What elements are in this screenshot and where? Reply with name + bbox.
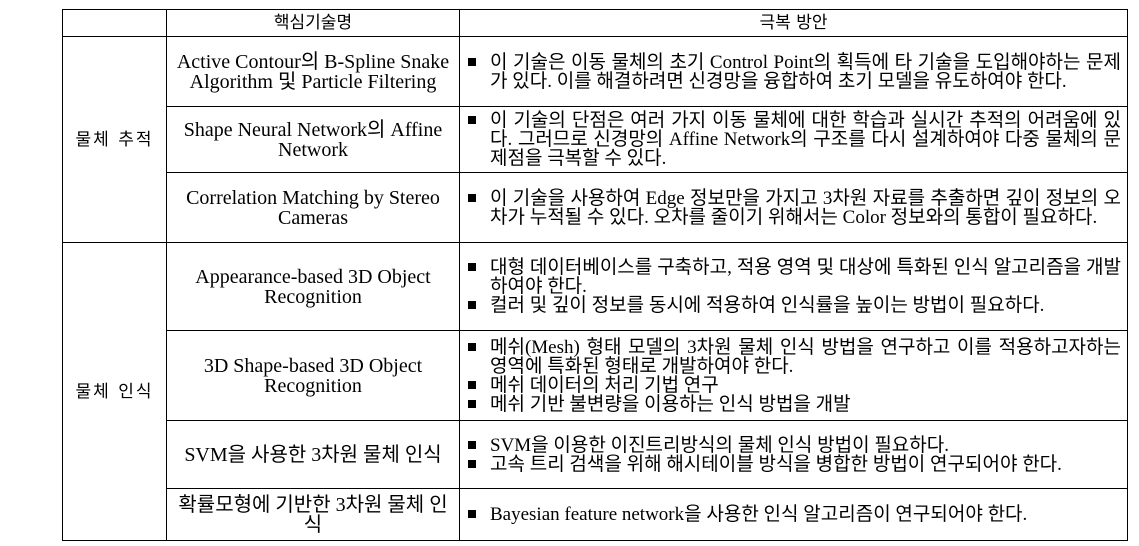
solution-item: Bayesian feature network을 사용한 인식 알고리즘이 연… [466, 505, 1121, 524]
solution-item: SVM을 이용한 이진트리방식의 물체 인식 방법이 필요하다. [466, 436, 1121, 455]
table-row: Correlation Matching by Stereo Cameras 이… [63, 172, 1128, 243]
square-bullet-icon [468, 57, 476, 66]
square-bullet-icon [468, 193, 476, 202]
solution-item: 메쉬(Mesh) 형태 모델의 3차원 물체 인식 방법을 연구하고 이를 적용… [466, 338, 1121, 376]
solution-text: 이 기술은 이동 물체의 초기 Control Point의 획득에 타 기술을… [490, 51, 1121, 92]
header-solution: 극복 방안 [459, 9, 1128, 37]
solution-text: SVM을 이용한 이진트리방식의 물체 인식 방법이 필요하다. [490, 434, 949, 456]
solution-cell: 이 기술을 사용하여 Edge 정보만을 가지고 3차원 자료를 추출하면 깊이… [459, 172, 1128, 243]
technology-cell: 3D Shape-based 3D Object Recognition [166, 330, 460, 421]
category-cell-recognition: 물체 인식 [62, 242, 167, 541]
solution-item: 메쉬 기반 불변량을 이용하는 인식 방법을 개발 [466, 395, 1121, 414]
solution-text: 메쉬 데이터의 처리 기법 연구 [490, 374, 719, 396]
solution-item: 메쉬 데이터의 처리 기법 연구 [466, 376, 1121, 395]
solution-cell: 이 기술은 이동 물체의 초기 Control Point의 획득에 타 기술을… [459, 36, 1128, 107]
solution-text: 메쉬(Mesh) 형태 모델의 3차원 물체 인식 방법을 연구하고 이를 적용… [490, 336, 1121, 377]
technology-cell: Correlation Matching by Stereo Cameras [166, 172, 460, 243]
table-row: 확률모형에 기반한 3차원 물체 인식 Bayesian feature net… [63, 488, 1128, 541]
square-bullet-icon [468, 342, 476, 351]
solution-text: 이 기술의 단점은 여러 가지 이동 물체에 대한 학습과 실시간 추적의 어려… [490, 110, 1121, 169]
solution-item: 이 기술은 이동 물체의 초기 Control Point의 획득에 타 기술을… [466, 53, 1121, 91]
solution-item: 대형 데이터베이스를 구축하고, 적용 영역 및 대상에 특화된 인식 알고리즘… [466, 258, 1121, 296]
category-cell-tracking: 물체 추적 [62, 36, 167, 243]
square-bullet-icon [468, 510, 476, 518]
header-row: 핵심기술명 극복 방안 [62, 9, 1128, 37]
technology-cell: 확률모형에 기반한 3차원 물체 인식 [166, 488, 460, 541]
solution-item: 이 기술의 단점은 여러 가지 이동 물체에 대한 학습과 실시간 추적의 어려… [466, 111, 1121, 168]
square-bullet-icon [468, 399, 476, 408]
square-bullet-icon [468, 263, 476, 271]
square-bullet-icon [468, 301, 476, 309]
solution-cell: 메쉬(Mesh) 형태 모델의 3차원 물체 인식 방법을 연구하고 이를 적용… [459, 330, 1128, 421]
solution-text: 컬러 및 깊이 정보를 동시에 적용하여 인식률을 높이는 방법이 필요하다. [490, 295, 1045, 316]
solution-text: 대형 데이터베이스를 구축하고, 적용 영역 및 대상에 특화된 인식 알고리즘… [490, 257, 1121, 297]
technology-cell: SVM을 사용한 3차원 물체 인식 [166, 420, 460, 489]
solution-text: 메쉬 기반 불변량을 이용하는 인식 방법을 개발 [490, 393, 851, 415]
technology-cell: Appearance-based 3D Object Recognition [166, 242, 460, 331]
square-bullet-icon [468, 116, 476, 124]
table-row: 3D Shape-based 3D Object Recognition 메쉬(… [63, 330, 1128, 421]
technology-cell: Active Contour의 B-Spline Snake Algorithm… [166, 36, 460, 107]
solution-text: Bayesian feature network을 사용한 인식 알고리즘이 연… [490, 504, 1028, 525]
technology-cell: Shape Neural Network의 Affine Network [166, 106, 460, 173]
square-bullet-icon [468, 380, 476, 389]
solution-text: 이 기술을 사용하여 Edge 정보만을 가지고 3차원 자료를 추출하면 깊이… [490, 187, 1121, 228]
solution-cell: SVM을 이용한 이진트리방식의 물체 인식 방법이 필요하다. 고속 트리 검… [459, 420, 1128, 489]
solution-item: 컬러 및 깊이 정보를 동시에 적용하여 인식률을 높이는 방법이 필요하다. [466, 296, 1121, 315]
solution-item: 고속 트리 검색을 위해 해시테이블 방식을 병합한 방법이 연구되어야 한다. [466, 455, 1121, 474]
header-technology: 핵심기술명 [166, 9, 460, 37]
table-row: Shape Neural Network의 Affine Network 이 기… [63, 106, 1128, 173]
solution-item: 이 기술을 사용하여 Edge 정보만을 가지고 3차원 자료를 추출하면 깊이… [466, 189, 1121, 227]
solution-text: 고속 트리 검색을 위해 해시테이블 방식을 병합한 방법이 연구되어야 한다. [490, 453, 1062, 475]
table-row: 물체 추적 Active Contour의 B-Spline Snake Alg… [62, 36, 1128, 243]
square-bullet-icon [468, 459, 476, 468]
table-row: SVM을 사용한 3차원 물체 인식 SVM을 이용한 이진트리방식의 물체 인… [63, 420, 1128, 489]
tech-comparison-table: 핵심기술명 극복 방안 물체 추적 Active Contour의 B-Spli… [62, 9, 1128, 541]
square-bullet-icon [468, 440, 476, 449]
solution-cell: 대형 데이터베이스를 구축하고, 적용 영역 및 대상에 특화된 인식 알고리즘… [459, 242, 1128, 331]
table-row: 물체 인식 Appearance-based 3D Object Recogni… [62, 242, 1128, 541]
header-category [62, 9, 167, 37]
solution-cell: 이 기술의 단점은 여러 가지 이동 물체에 대한 학습과 실시간 추적의 어려… [459, 106, 1128, 173]
solution-cell: Bayesian feature network을 사용한 인식 알고리즘이 연… [459, 488, 1128, 541]
